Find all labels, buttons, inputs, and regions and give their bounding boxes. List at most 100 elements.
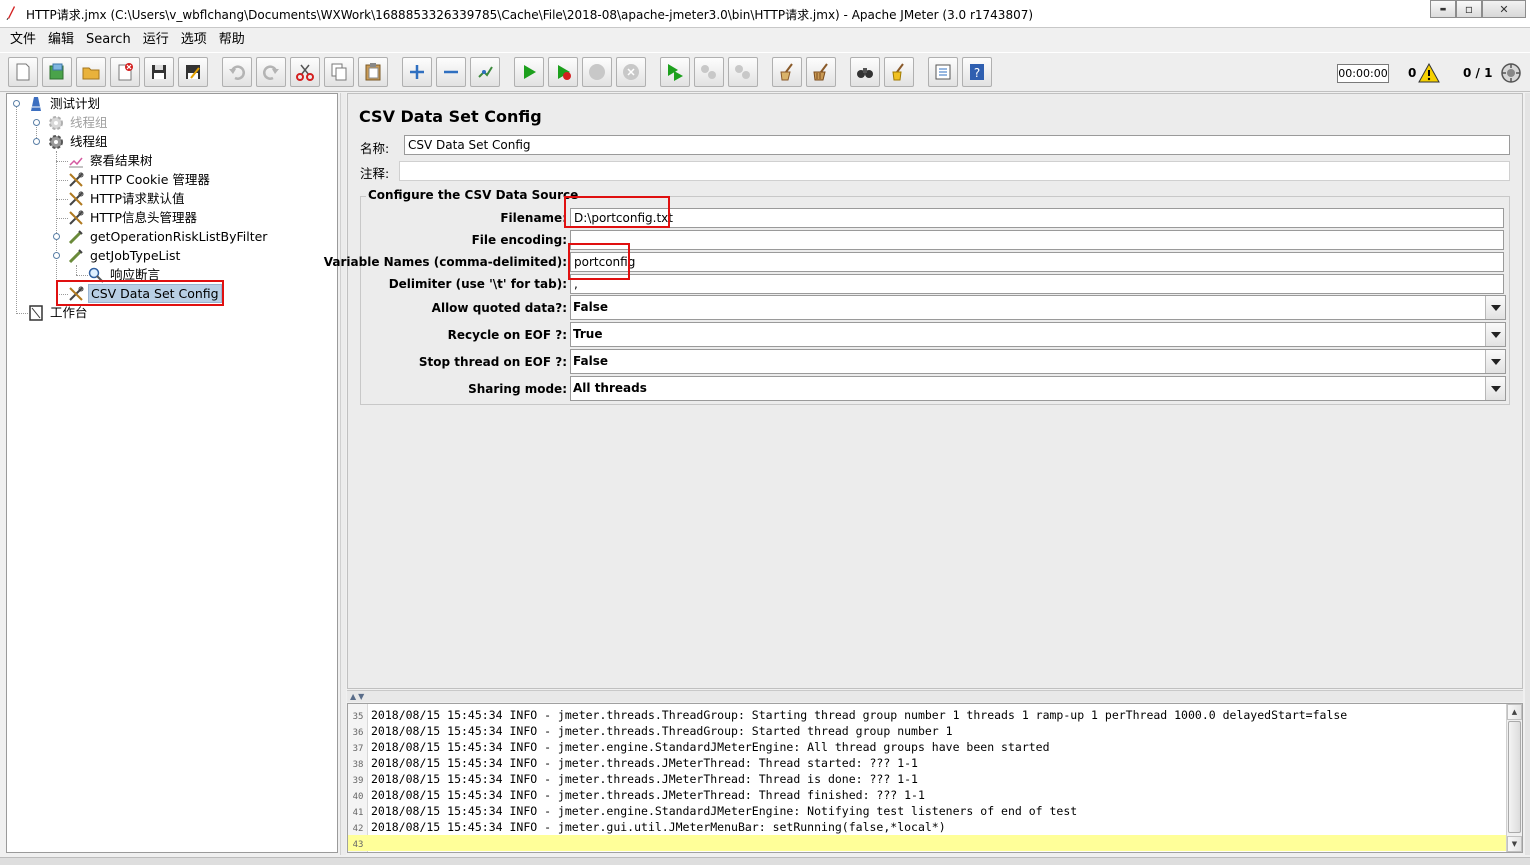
tree-connector: [76, 265, 77, 275]
encoding-field[interactable]: [570, 230, 1504, 250]
undo-icon: [229, 65, 245, 80]
tree-item-thread-group-disabled[interactable]: 线程组: [47, 113, 110, 132]
templates-button[interactable]: [42, 57, 72, 87]
split-arrows-icon[interactable]: ▲▼: [350, 692, 366, 701]
scroll-down-icon[interactable]: ▼: [1507, 836, 1522, 852]
save-as-button[interactable]: [178, 57, 208, 87]
menu-options[interactable]: 选项: [175, 29, 213, 51]
comment-field[interactable]: [399, 161, 1510, 181]
remote-shutdown-button[interactable]: [728, 57, 758, 87]
sampler-pipette-icon: [68, 248, 83, 263]
copy-button[interactable]: [324, 57, 354, 87]
allow-quoted-label: Allow quoted data?:: [431, 301, 567, 315]
tree-item-response-assertion[interactable]: 响应断言: [87, 265, 162, 284]
filename-field[interactable]: D:\portconfig.txt: [570, 208, 1504, 228]
menu-run[interactable]: 运行: [137, 29, 175, 51]
tree-item-cookie-manager[interactable]: HTTP Cookie 管理器: [67, 170, 212, 189]
minimize-button[interactable]: ▬: [1430, 0, 1456, 18]
tree-item-label: 测试计划: [50, 96, 101, 111]
menu-help[interactable]: 帮助: [213, 29, 251, 51]
cut-button[interactable]: [290, 57, 320, 87]
listener-graph-icon: [69, 157, 83, 167]
tree-item-csv-data-set-config[interactable]: CSV Data Set Config: [67, 284, 222, 303]
chevron-down-icon[interactable]: [1485, 377, 1505, 400]
sampler-pipette-icon: [68, 229, 83, 244]
tree-item-http-defaults[interactable]: HTTP请求默认值: [67, 189, 187, 208]
remote-start-button[interactable]: [660, 57, 690, 87]
delimiter-field[interactable]: ,: [570, 274, 1504, 294]
sharing-mode-select[interactable]: All threads: [570, 376, 1506, 401]
tree-item-label: 察看结果树: [90, 153, 153, 168]
tree-item-test-plan[interactable]: 测试计划: [27, 94, 102, 113]
tree-item-workbench[interactable]: 工作台: [27, 303, 90, 322]
reset-search-button[interactable]: [884, 57, 914, 87]
chevron-down-icon[interactable]: [1485, 350, 1505, 373]
config-tools-icon: [69, 210, 84, 225]
tree-item-get-job-type-list[interactable]: getJobTypeList: [67, 246, 182, 265]
close-button[interactable]: ✕: [1482, 0, 1526, 18]
toggle-button[interactable]: [470, 57, 500, 87]
tree-item-get-operation-risk[interactable]: getOperationRiskListByFilter: [67, 227, 269, 246]
start-button[interactable]: [514, 57, 544, 87]
broom-icon: [780, 63, 793, 81]
tree-expand-handle[interactable]: [53, 233, 60, 240]
search-button[interactable]: [850, 57, 880, 87]
line-number: 43: [352, 840, 364, 850]
log-split-divider[interactable]: ▲▼: [347, 690, 1523, 702]
save-button[interactable]: [144, 57, 174, 87]
tree-item-thread-group[interactable]: 线程组: [47, 132, 110, 151]
tree-item-view-results-tree[interactable]: 察看结果树: [67, 151, 155, 170]
shutdown-button[interactable]: [616, 57, 646, 87]
new-button[interactable]: [8, 57, 38, 87]
log-line: 36 2018/08/15 15:45:34 INFO - jmeter.thre…: [348, 723, 1506, 739]
chevron-down-icon[interactable]: [1485, 296, 1505, 319]
recycle-eof-select[interactable]: True: [570, 322, 1506, 347]
clear-button[interactable]: [772, 57, 802, 87]
warning-icon[interactable]: [1418, 63, 1440, 83]
tree-expand-handle[interactable]: [13, 100, 20, 107]
remote-stop-button[interactable]: [694, 57, 724, 87]
log-line-current[interactable]: 43: [348, 835, 1506, 851]
help-button[interactable]: ?: [962, 57, 992, 87]
open-folder-icon: [82, 67, 100, 80]
paste-icon: [365, 63, 381, 81]
window-title: HTTP请求.jmx (C:\Users\v_wbflchang\Documen…: [26, 8, 1034, 22]
chevron-down-icon[interactable]: [1485, 323, 1505, 346]
expand-all-button[interactable]: [402, 57, 432, 87]
tree-expand-handle[interactable]: [53, 252, 60, 259]
variable-names-field[interactable]: portconfig: [570, 252, 1504, 272]
tree-item-label: 线程组: [70, 134, 108, 149]
redo-button[interactable]: [256, 57, 286, 87]
allow-quoted-select[interactable]: False: [570, 295, 1506, 320]
stop-thread-select[interactable]: False: [570, 349, 1506, 374]
tree-item-header-manager[interactable]: HTTP信息头管理器: [67, 208, 199, 227]
tree-expand-handle[interactable]: [33, 119, 40, 126]
play-icon: [524, 65, 536, 79]
svg-text:?: ?: [974, 66, 980, 80]
close-file-button[interactable]: [110, 57, 140, 87]
function-helper-button[interactable]: [928, 57, 958, 87]
remote-start-icon: [668, 64, 683, 81]
maximize-button[interactable]: ▫: [1456, 0, 1482, 18]
templates-icon: [49, 63, 64, 80]
menu-search[interactable]: Search: [80, 29, 137, 51]
log-scrollbar[interactable]: ▲ ▼: [1506, 704, 1522, 852]
start-no-pauses-button[interactable]: [548, 57, 578, 87]
redo-icon: [263, 65, 279, 80]
tree-item-label: HTTP请求默认值: [90, 191, 185, 206]
panel-splitter[interactable]: [340, 93, 346, 855]
undo-button[interactable]: [222, 57, 252, 87]
play-no-pause-icon: [558, 65, 571, 80]
clear-all-button[interactable]: [806, 57, 836, 87]
remote-engines-icon: [1501, 63, 1521, 83]
open-button[interactable]: [76, 57, 106, 87]
name-field[interactable]: CSV Data Set Config: [404, 135, 1510, 155]
collapse-all-button[interactable]: [436, 57, 466, 87]
scroll-thumb[interactable]: [1508, 721, 1521, 833]
paste-button[interactable]: [358, 57, 388, 87]
menu-file[interactable]: 文件: [4, 29, 42, 51]
menu-edit[interactable]: 编辑: [42, 29, 80, 51]
scroll-up-icon[interactable]: ▲: [1507, 704, 1522, 720]
stop-button[interactable]: [582, 57, 612, 87]
tree-expand-handle[interactable]: [33, 138, 40, 145]
